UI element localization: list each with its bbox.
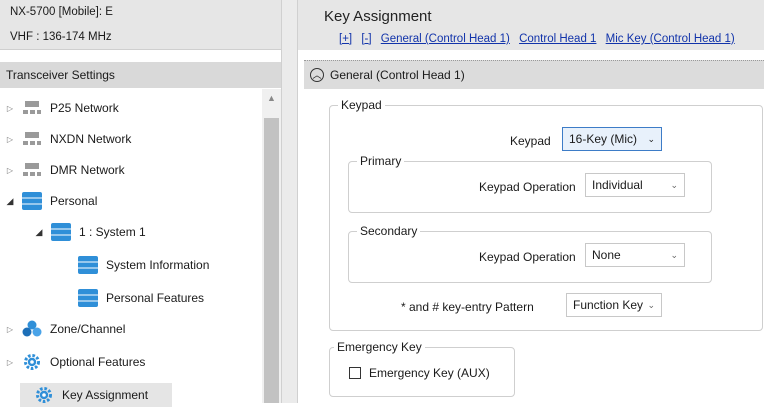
expand-arrow-icon[interactable]: ▷ [4, 166, 16, 175]
tree-item-personal-features[interactable]: Personal Features [78, 286, 204, 310]
content-header: Key Assignment [+] [-] General (Control … [298, 0, 764, 50]
primary-groupbox: Primary Keypad Operation Individual ⌄ [348, 154, 712, 213]
tree-item-label: NXDN Network [50, 132, 132, 146]
keypad-select[interactable]: 16-Key (Mic) ⌄ [562, 127, 662, 151]
gear-icon [22, 353, 42, 371]
collapse-arrow-icon[interactable]: ◢ [4, 196, 16, 207]
secondary-group-title: Secondary [357, 224, 421, 238]
secondary-operation-value: None [592, 248, 621, 262]
primary-operation-select[interactable]: Individual ⌄ [585, 173, 685, 197]
expand-all-link[interactable]: [+] [339, 33, 352, 45]
tree-item-label: DMR Network [50, 163, 125, 177]
stack-icon [51, 223, 71, 241]
network-icon [22, 130, 42, 148]
chevron-down-icon: ⌄ [647, 300, 655, 310]
expand-arrow-icon[interactable]: ▷ [4, 104, 16, 113]
tree-item-dmr-network[interactable]: ▷ DMR Network [4, 158, 125, 182]
tree-scrollbar-thumb[interactable] [264, 118, 279, 403]
tree-item-personal[interactable]: ◢ Personal [4, 189, 97, 213]
keypad-select-value: 16-Key (Mic) [569, 132, 638, 146]
network-icon [22, 161, 42, 179]
secondary-operation-label: Keypad Operation [479, 250, 576, 264]
primary-operation-label: Keypad Operation [479, 180, 576, 194]
tree-header: Transceiver Settings [0, 62, 281, 88]
page-title: Key Assignment [324, 8, 432, 25]
tree-item-p25-network[interactable]: ▷ P25 Network [4, 96, 119, 120]
tree-item-label: Optional Features [50, 355, 146, 369]
keypad-groupbox: Keypad Keypad 16-Key (Mic) ⌄ Primary Key… [329, 98, 763, 331]
expand-arrow-icon[interactable]: ▷ [4, 135, 16, 144]
collapse-arrow-icon[interactable]: ◢ [33, 227, 45, 238]
section-header-general[interactable]: ︿ General (Control Head 1) [304, 60, 764, 89]
pane-splitter[interactable] [281, 0, 298, 403]
link-mic-key-control-head-1[interactable]: Mic Key (Control Head 1) [606, 33, 735, 45]
keypad-group-title: Keypad [338, 98, 385, 112]
collapse-all-link[interactable]: [-] [361, 33, 371, 45]
device-band: VHF : 136-174 MHz [0, 24, 281, 50]
tree-item-system-1[interactable]: ◢ 1 : System 1 [33, 220, 146, 244]
section-title: General (Control Head 1) [330, 68, 465, 82]
stack-icon [22, 192, 42, 210]
tree-item-label: System Information [106, 258, 210, 272]
expand-arrow-icon[interactable]: ▷ [4, 358, 16, 367]
chevron-down-icon: ⌄ [670, 180, 678, 190]
tree-item-label: Personal [50, 194, 98, 208]
expand-arrow-icon[interactable]: ▷ [4, 325, 16, 334]
network-icon [22, 99, 42, 117]
collapse-chevron-up-icon[interactable]: ︿ [310, 68, 324, 82]
link-general-control-head-1[interactable]: General (Control Head 1) [381, 33, 510, 45]
link-control-head-1[interactable]: Control Head 1 [519, 33, 596, 45]
tree-item-nxdn-network[interactable]: ▷ NXDN Network [4, 127, 131, 151]
zone-channel-icon [22, 320, 42, 338]
tree-item-label: 1 : System 1 [79, 225, 146, 239]
tree-item-label: P25 Network [50, 101, 119, 115]
stack-icon [78, 289, 98, 307]
secondary-groupbox: Secondary Keypad Operation None ⌄ [348, 224, 712, 283]
keypad-label: Keypad [510, 134, 551, 148]
emergency-key-aux-checkbox[interactable] [349, 367, 361, 379]
navigation-pane: NX-5700 [Mobile]: E VHF : 136-174 MHz Tr… [0, 0, 281, 407]
gear-icon [34, 386, 54, 404]
key-entry-pattern-value: Function Key [573, 298, 644, 312]
section-links: [+] [-] General (Control Head 1) Control… [339, 33, 741, 45]
emergency-key-aux-label[interactable]: Emergency Key (AUX) [369, 366, 490, 380]
emergency-key-group-title: Emergency Key [334, 340, 425, 354]
key-entry-pattern-select[interactable]: Function Key ⌄ [566, 293, 662, 317]
scroll-up-icon[interactable]: ▲ [264, 90, 279, 106]
device-model: NX-5700 [Mobile]: E [0, 0, 281, 24]
tree-item-optional-features[interactable]: ▷ Optional Features [4, 350, 145, 374]
primary-operation-value: Individual [592, 178, 643, 192]
stack-icon [78, 256, 98, 274]
tree-item-key-assignment[interactable]: Key Assignment [20, 383, 172, 407]
primary-group-title: Primary [357, 154, 405, 168]
tree-item-system-information[interactable]: System Information [78, 253, 209, 277]
emergency-key-groupbox: Emergency Key Emergency Key (AUX) [329, 340, 515, 397]
tree-item-zone-channel[interactable]: ▷ Zone/Channel [4, 317, 125, 341]
tree-item-label: Personal Features [106, 291, 205, 305]
content-pane: Key Assignment [+] [-] General (Control … [298, 0, 764, 403]
settings-tree: ▷ P25 Network ▷ NXDN Network ▷ DMR Netwo… [0, 89, 262, 407]
key-entry-pattern-label: * and # key-entry Pattern [401, 300, 534, 314]
chevron-down-icon: ⌄ [670, 250, 678, 260]
tree-item-label: Zone/Channel [50, 322, 126, 336]
secondary-operation-select[interactable]: None ⌄ [585, 243, 685, 267]
chevron-down-icon: ⌄ [647, 134, 655, 144]
tree-item-label: Key Assignment [62, 388, 149, 402]
